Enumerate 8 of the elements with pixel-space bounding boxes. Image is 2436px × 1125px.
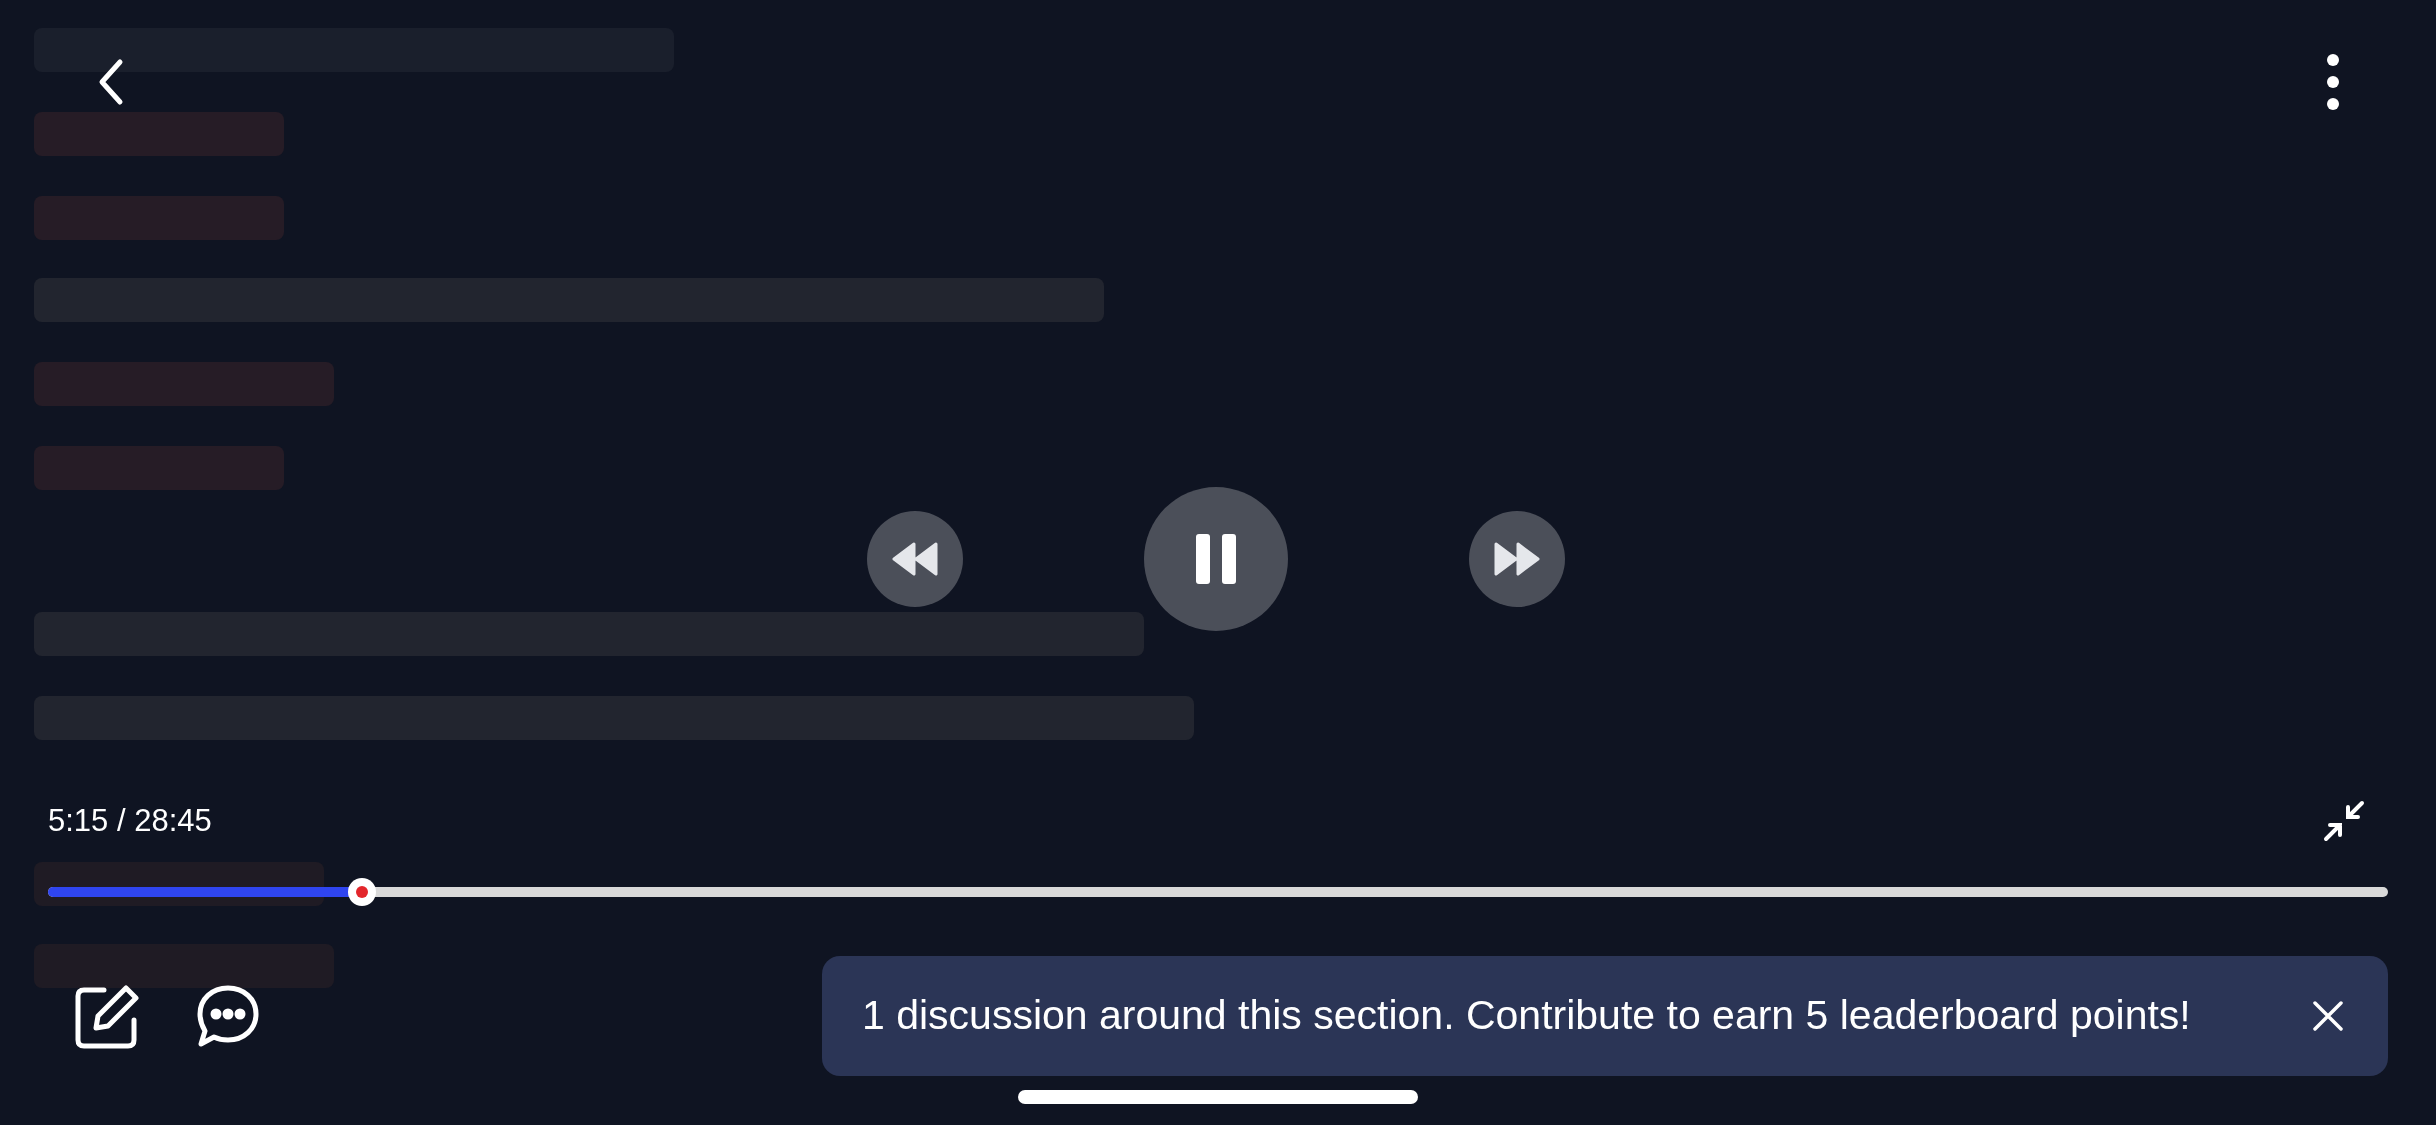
more-icon bbox=[2326, 53, 2340, 111]
toast-message: 1 discussion around this section. Contribute to earn 5 leaderboard points! bbox=[862, 991, 2191, 1041]
playback-time: 5:15 / 28:45 bbox=[48, 801, 212, 840]
rewind-icon bbox=[890, 542, 940, 576]
progress-track[interactable] bbox=[48, 887, 2388, 897]
pause-icon bbox=[1194, 532, 1238, 586]
fast-forward-icon bbox=[1492, 542, 1542, 576]
progress-handle[interactable] bbox=[347, 878, 376, 906]
